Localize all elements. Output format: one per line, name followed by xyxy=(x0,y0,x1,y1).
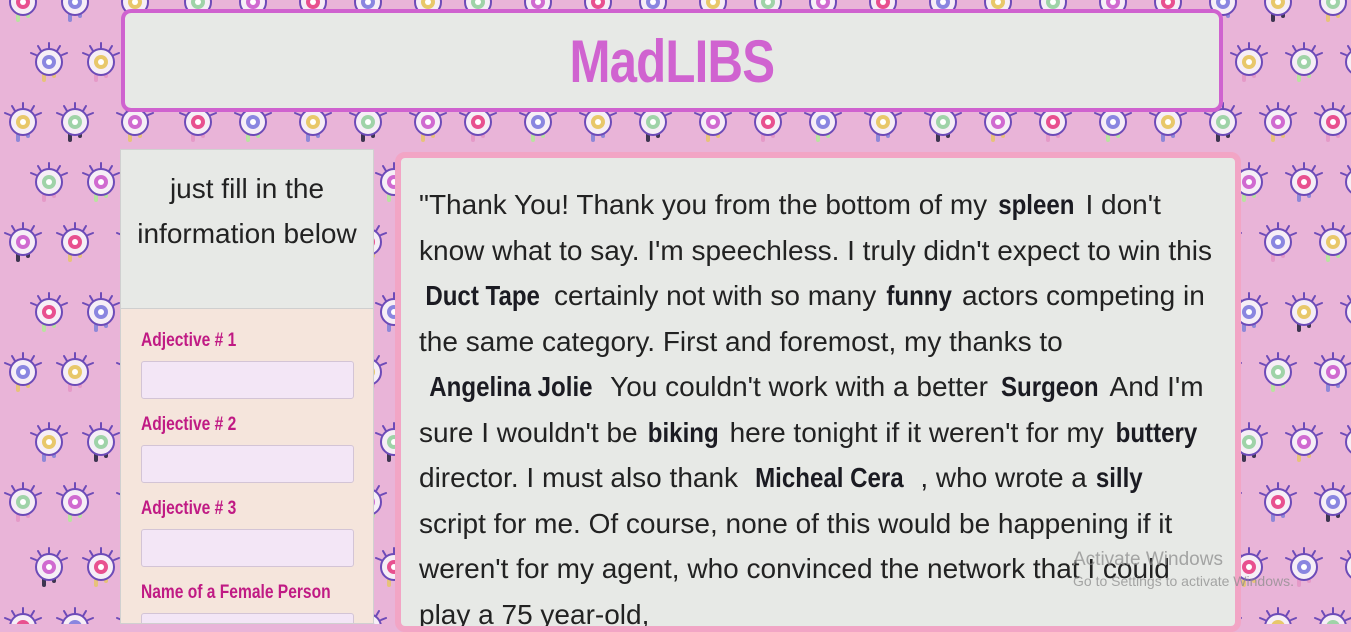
filled-word: Duct Tape xyxy=(425,280,540,311)
eyeball-icon xyxy=(78,290,124,336)
eyeball-icon xyxy=(1336,160,1351,206)
eyeball-icon xyxy=(1336,290,1351,336)
eyeball-icon xyxy=(52,480,98,526)
eyeball-icon xyxy=(1310,100,1351,146)
eyeball-icon xyxy=(1281,160,1327,206)
eyeball-icon xyxy=(1310,0,1351,26)
eyeball-icon xyxy=(26,545,72,591)
story-fragment: , who wrote a xyxy=(912,462,1095,493)
eyeball-icon xyxy=(1310,605,1351,624)
adjective-3-label: Adjective # 3 xyxy=(141,498,237,519)
sidebar-intro: just fill in the information below xyxy=(121,150,373,309)
eyeball-icon xyxy=(1255,350,1301,396)
story-fragment: director. I must also thank xyxy=(419,462,746,493)
header: MadLIBS xyxy=(121,9,1223,112)
eyeball-icon xyxy=(1255,605,1301,624)
eyeball-icon xyxy=(78,40,124,86)
story-panel: "Thank You! Thank you from the bottom of… xyxy=(395,152,1241,632)
eyeball-icon xyxy=(1310,350,1351,396)
eyeball-icon xyxy=(26,290,72,336)
filled-word: funny xyxy=(886,280,952,311)
eyeball-icon xyxy=(26,40,72,86)
story-fragment: "Thank You! Thank you from the bottom of… xyxy=(419,189,995,220)
story-fragment: here tonight if it weren't for my xyxy=(721,416,1112,448)
eyeball-icon xyxy=(78,545,124,591)
sidebar: just fill in the information below Adjec… xyxy=(120,149,374,624)
eyeball-icon xyxy=(1255,220,1301,266)
eyeball-icon xyxy=(1336,420,1351,466)
adjective-2-label: Adjective # 2 xyxy=(141,414,237,435)
eyeball-icon xyxy=(52,0,98,26)
filled-word: spleen xyxy=(998,189,1075,220)
eyeball-icon xyxy=(78,160,124,206)
story-fragment: script for me. Of course, none of this w… xyxy=(419,507,1173,630)
filled-word: buttery xyxy=(1115,416,1197,448)
filled-word: silly xyxy=(1095,462,1143,493)
eyeball-icon xyxy=(52,605,98,624)
eyeball-icon xyxy=(1336,40,1351,86)
adjective-1-input[interactable] xyxy=(141,361,354,399)
eyeball-icon xyxy=(78,420,124,466)
adjective-3-input[interactable] xyxy=(141,529,354,567)
eyeball-icon xyxy=(0,605,46,624)
adjective-2-input[interactable] xyxy=(141,445,354,483)
filled-word: Angelina Jolie xyxy=(429,371,593,402)
story-fragment: certainly not with so many xyxy=(546,280,884,311)
filled-word: Micheal Cera xyxy=(754,462,904,493)
eyeball-icon xyxy=(26,160,72,206)
story-fragment: You couldn't work with a better xyxy=(602,371,996,402)
page-title: MadLIBS xyxy=(569,28,776,95)
eyeball-icon xyxy=(26,420,72,466)
eyeball-icon xyxy=(0,220,46,266)
adjective-1-label: Adjective # 1 xyxy=(141,330,237,351)
eyeball-icon xyxy=(0,480,46,526)
eyeball-icon xyxy=(0,350,46,396)
eyeball-icon xyxy=(1255,480,1301,526)
eyeball-icon xyxy=(1255,0,1301,26)
filled-word: biking xyxy=(648,416,720,448)
female-person-name-label: Name of a Female Person xyxy=(141,582,331,603)
eyeball-icon xyxy=(0,100,46,146)
story-text: "Thank You! Thank you from the bottom of… xyxy=(401,158,1235,630)
eyeball-icon xyxy=(1281,545,1327,591)
eyeball-icon xyxy=(1281,290,1327,336)
eyeball-icon xyxy=(1336,545,1351,591)
eyeball-icon xyxy=(0,0,46,26)
eyeball-icon xyxy=(52,350,98,396)
word-form: Adjective # 1 Adjective # 2 Adjective # … xyxy=(121,309,373,623)
filled-word: Surgeon xyxy=(1000,371,1099,402)
eyeball-icon xyxy=(1310,220,1351,266)
eyeball-icon xyxy=(52,220,98,266)
eyeball-icon xyxy=(1255,100,1301,146)
female-person-name-input[interactable] xyxy=(141,613,354,623)
eyeball-icon xyxy=(1281,40,1327,86)
eyeball-icon xyxy=(1281,420,1327,466)
eyeball-icon xyxy=(52,100,98,146)
eyeball-icon xyxy=(1310,480,1351,526)
eyeball-icon xyxy=(1226,40,1272,86)
